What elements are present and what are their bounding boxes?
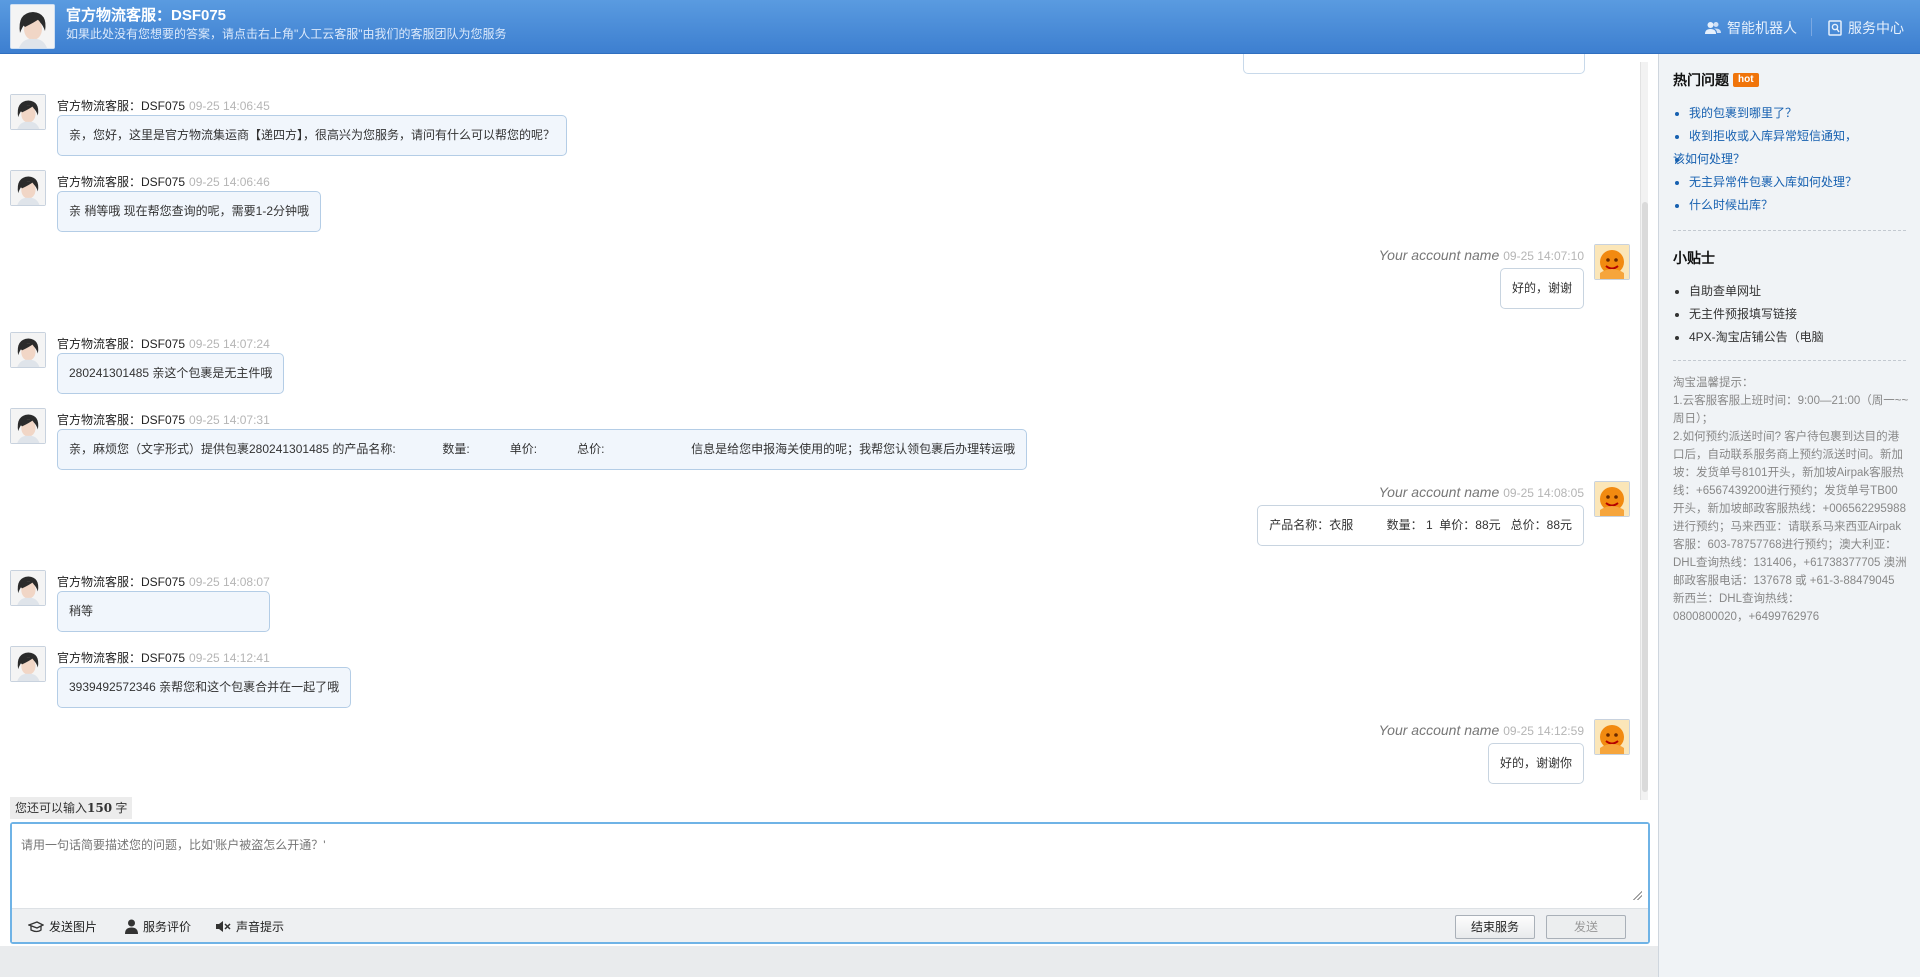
image-icon [28,920,44,932]
sender-name: 官方物流客服：DSF075 [57,99,186,113]
hot-questions-list: 我的包裹到哪里了？ 收到拒收或入库异常短信通知， 该如何处理？ 无主异常件包裹入… [1673,102,1906,217]
user-avatar [1594,481,1630,517]
tip-link[interactable]: 自助查单网址 [1673,280,1906,303]
scrollbar-thumb[interactable] [1642,202,1648,792]
counter-prefix: 您还可以输入 [15,801,88,815]
divider [1673,230,1906,231]
smart-robot-label: 智能机器人 [1727,20,1797,36]
hot-badge: hot [1733,73,1759,87]
message-time: 09-25 14:06:45 [189,99,270,113]
agent-avatar [10,570,46,606]
service-center-label: 服务中心 [1848,20,1904,36]
agent-avatar-image [11,647,45,681]
message-input[interactable] [12,824,1648,908]
sound-alert-label: 声音提示 [236,920,285,934]
sender-name: 官方物流客服：DSF075 [57,337,186,351]
user-avatar-image [1595,482,1629,516]
agent-avatar [10,94,46,130]
message-time: 09-25 14:08:07 [189,575,270,589]
message-bubble: 产品名称：衣服 数量： 1 单价：88元 总价：88元 [1257,505,1584,546]
message-bubble: 好的，谢谢 [1499,268,1584,309]
tips-heading: 小贴士 [1673,250,1715,266]
end-service-button[interactable]: 结束服务 [1455,915,1535,939]
hot-question-item-continuation[interactable]: 该如何处理？ [1673,148,1906,171]
sender-name: Your account name [1378,722,1500,738]
document-search-icon [1828,20,1842,36]
message-time: 09-25 14:07:10 [1503,249,1584,263]
message-time: 09-25 14:08:05 [1503,486,1584,500]
hot-question-item[interactable]: 我的包裹到哪里了？ [1673,102,1906,125]
agent-avatar-image [11,333,45,367]
divider [1673,360,1906,361]
agent-avatar-image [11,171,45,205]
notice-text: 淘宝温馨提示： 1.云客服客服上班时间：9:00—21:00（周一~~周日）； … [1673,377,1909,623]
hot-question-item[interactable]: 什么时候出库？ [1673,194,1906,217]
agent-avatar-image [11,5,54,48]
message-time: 09-25 14:12:59 [1503,724,1584,738]
agent-avatar-image [11,95,45,129]
send-image-button[interactable]: 发送图片 [28,918,97,935]
message-time: 09-25 14:12:41 [189,651,270,665]
tip-link[interactable]: 4PX-淘宝店铺公告（电脑 [1673,326,1906,349]
sender-name: 官方物流客服：DSF075 [57,413,186,427]
resize-grip-icon[interactable] [1632,890,1642,900]
agent-avatar-image [11,571,45,605]
agent-avatar [10,646,46,682]
hot-question-item[interactable]: 无主异常件包裹入库如何处理？ [1673,171,1906,194]
hot-questions-heading: 热门问题 hot [1673,70,1906,90]
message-bubble: 280241301485 亲这个包裹是无主件哦 [57,353,285,394]
sender-name: 官方物流客服：DSF075 [57,651,186,665]
sender-name: Your account name [1378,247,1500,263]
char-counter: 您还可以输入150 字 [10,797,133,819]
user-icon [125,919,138,934]
footer-bar [0,946,1658,977]
message-bubble: 亲，您好，这里是官方物流集运商【递四方】，很高兴为您服务，请问有什么可以帮您的呢… [57,115,568,156]
sound-alert-button[interactable]: 声音提示 [215,918,284,935]
hot-question-item[interactable]: 收到拒收或入库异常短信通知， [1673,125,1906,148]
chat-scrollbar[interactable] [1640,62,1648,800]
rate-service-button[interactable]: 服务评价 [125,918,191,935]
smart-robot-link[interactable]: 智能机器人 [1705,18,1797,38]
agent-avatar-image [11,409,45,443]
user-avatar-image [1595,720,1629,754]
agent-avatar [10,4,55,49]
help-sidebar: 热门问题 hot 我的包裹到哪里了？ 收到拒收或入库异常短信通知， 该如何处理？ … [1658,54,1920,977]
previous-message-bubble [1243,54,1585,74]
send-image-label: 发送图片 [49,920,98,934]
send-button[interactable]: 发送 [1546,915,1626,939]
counter-number: 150 [87,801,113,815]
message-bubble: 亲 稍等哦 现在帮您查询的呢，需要1-2分钟哦 [57,191,322,232]
tip-link[interactable]: 无主件预报填写链接 [1673,303,1906,326]
agent-avatar [10,332,46,368]
header-title: 官方物流客服：DSF075 [66,7,227,24]
user-avatar [1594,244,1630,280]
service-center-link[interactable]: 服务中心 [1828,18,1904,38]
message-bubble: 好的，谢谢你 [1487,743,1584,784]
message-bubble: 亲，麻烦您（文字形式）提供包裹280241301485 的产品名称: 数量: 单… [57,429,1028,470]
chat-history[interactable]: 官方物流客服：DSF075 09-25 14:06:45 亲，您好，这里是官方物流… [0,54,1658,808]
message-composer: 发送图片 服务评价 声音提示 结束服务 发送 [10,822,1650,944]
sender-name: 官方物流客服：DSF075 [57,175,186,189]
hot-questions-title: 热门问题 [1673,72,1729,88]
message-bubble: 3939492572346 亲帮您和这个包裹合并在一起了哦 [57,667,352,708]
composer-toolbar: 发送图片 服务评价 声音提示 结束服务 发送 [12,908,1648,942]
speaker-mute-icon [216,921,231,932]
users-icon [1705,22,1721,34]
counter-suffix: 字 [112,801,128,815]
message-time: 09-25 14:07:31 [189,413,270,427]
header-subtitle: 如果此处没有您想要的答案，请点击右上角"人工云客服"由我们的客服团队为您服务 [66,27,507,41]
user-avatar-image [1595,245,1629,279]
tips-list: 自助查单网址 无主件预报填写链接 4PX-淘宝店铺公告（电脑 [1673,280,1906,349]
message-time: 09-25 14:07:24 [189,337,270,351]
agent-avatar [10,408,46,444]
user-avatar [1594,719,1630,755]
chat-header: 官方物流客服：DSF075 如果此处没有您想要的答案，请点击右上角"人工云客服"… [0,0,1920,54]
sender-name: 官方物流客服：DSF075 [57,575,186,589]
sender-name: Your account name [1378,484,1500,500]
message-bubble: 稍等 [57,591,270,632]
agent-avatar [10,170,46,206]
message-time: 09-25 14:06:46 [189,175,270,189]
rate-service-label: 服务评价 [143,920,192,934]
